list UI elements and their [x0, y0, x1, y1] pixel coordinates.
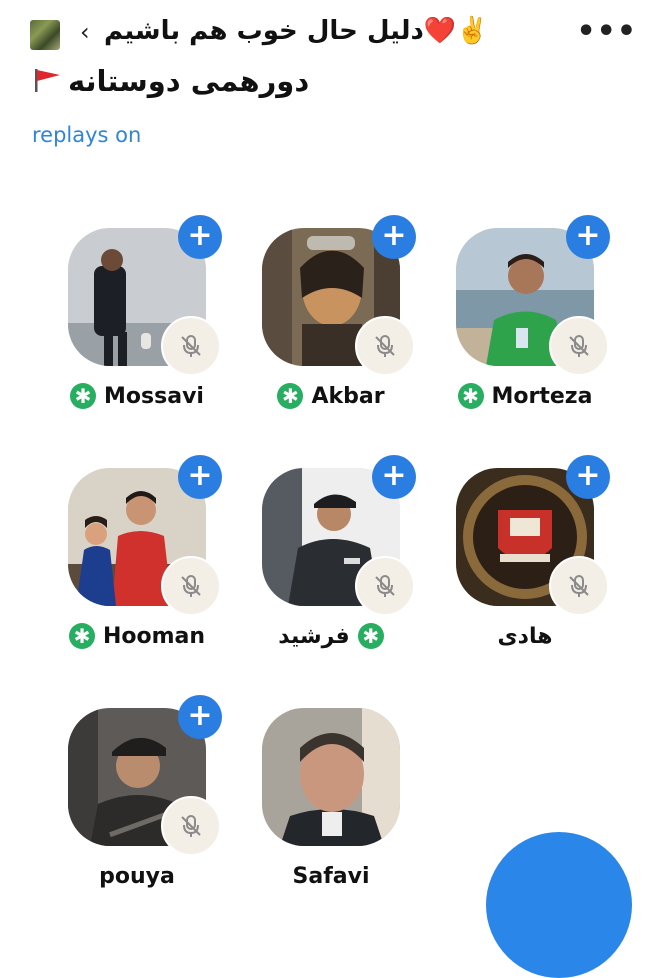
moderator-badge-icon: ✱	[277, 383, 304, 409]
moderator-badge-icon: ✱	[357, 623, 384, 649]
follow-plus-button[interactable]: +	[178, 695, 222, 739]
speaker-tile[interactable]: Safavi	[262, 708, 442, 928]
replays-status[interactable]: replays on	[32, 123, 141, 147]
speaker-name: Mossavi	[104, 383, 204, 409]
club-avatar[interactable]	[30, 20, 60, 50]
more-options-icon[interactable]: •••	[576, 17, 637, 47]
speaker-name-row: ✱ Morteza	[446, 378, 604, 414]
speaker-tile[interactable]: + pouya	[68, 695, 248, 928]
red-flag-icon	[32, 66, 62, 100]
speaker-name-row: pouya	[58, 858, 216, 894]
speaker-name: فرشید	[278, 623, 350, 649]
mic-muted-icon	[549, 316, 609, 376]
mic-muted-icon	[161, 796, 221, 856]
mic-muted-icon	[161, 556, 221, 616]
room-title-text: دورهمی دوستانه	[68, 64, 310, 98]
moderator-badge-icon: ✱	[68, 623, 95, 649]
speaker-name-row: ✱ Hooman	[58, 618, 216, 654]
speaker-name: Hooman	[102, 623, 206, 649]
speaker-name-row: ✱ Akbar	[252, 378, 410, 414]
avatar[interactable]	[262, 708, 400, 846]
speaker-name-row: هادی	[446, 618, 604, 654]
follow-plus-button[interactable]: +	[372, 455, 416, 499]
speaker-name-row: Safavi	[252, 858, 410, 894]
room-header: ‹ دلیل حال خوب هم باشیم❤️✌️ •••	[0, 0, 663, 68]
mic-muted-icon	[549, 556, 609, 616]
mic-muted-icon	[355, 316, 415, 376]
follow-plus-button[interactable]: +	[178, 215, 222, 259]
speaker-tile[interactable]: + ✱ Akbar	[262, 215, 442, 448]
follow-plus-button[interactable]: +	[372, 215, 416, 259]
speaker-tile[interactable]: + ✱ Mossavi	[68, 215, 248, 448]
speaker-name: هادی	[497, 623, 553, 649]
speaker-name-row: فرشید ✱	[252, 618, 410, 654]
speaker-name: pouya	[99, 863, 175, 889]
mic-muted-icon	[161, 316, 221, 376]
speaker-name: Morteza	[491, 383, 593, 409]
chevron-left-icon[interactable]: ‹	[80, 18, 90, 46]
moderator-badge-icon: ✱	[70, 383, 97, 409]
moderator-badge-icon: ✱	[457, 383, 484, 409]
speaker-name: Safavi	[292, 863, 370, 889]
speaker-name-row: ✱ Mossavi	[58, 378, 216, 414]
speaker-tile[interactable]: + ✱ Hooman	[68, 455, 248, 688]
follow-plus-button[interactable]: +	[178, 455, 222, 499]
club-name[interactable]: دلیل حال خوب هم باشیم❤️✌️	[104, 16, 489, 46]
follow-plus-button[interactable]: +	[566, 455, 610, 499]
speaker-tile[interactable]: + هادی	[456, 455, 636, 688]
speaker-tile[interactable]: + ✱ Morteza	[456, 215, 636, 448]
mic-muted-icon	[355, 556, 415, 616]
follow-plus-button[interactable]: +	[566, 215, 610, 259]
speaker-tile[interactable]: + فرشید ✱	[262, 455, 442, 688]
raise-hand-button[interactable]	[486, 832, 632, 978]
speaker-name: Akbar	[311, 383, 385, 409]
room-title: دورهمی دوستانه	[32, 64, 309, 100]
